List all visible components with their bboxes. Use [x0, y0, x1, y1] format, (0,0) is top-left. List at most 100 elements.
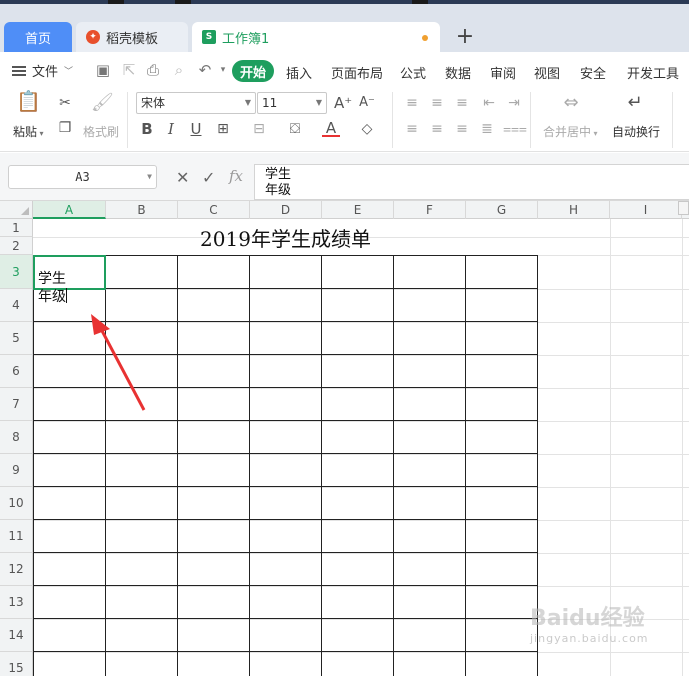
row-header-10[interactable]: 10: [0, 487, 33, 520]
increase-indent-icon[interactable]: ⇥: [505, 94, 523, 112]
align-top-icon[interactable]: ≡: [403, 94, 421, 112]
column-header-e[interactable]: E: [322, 201, 394, 219]
column-header-c[interactable]: C: [178, 201, 250, 219]
align-bottom-icon[interactable]: ≡: [453, 94, 471, 112]
merge-center-icon[interactable]: ⇔: [558, 94, 584, 112]
merge-center-button[interactable]: 合并居中 ▾: [543, 123, 598, 140]
format-painter-icon[interactable]: 🖌: [91, 94, 114, 112]
row-header-9[interactable]: 9: [0, 454, 33, 487]
table-border: [33, 354, 538, 355]
menu-formulas[interactable]: 公式: [400, 63, 426, 82]
table-border: [33, 552, 538, 553]
table-border: [33, 387, 538, 388]
align-right-icon[interactable]: ≡: [453, 120, 471, 138]
bold-button[interactable]: B: [138, 120, 156, 138]
font-size-value: 11: [262, 96, 278, 110]
confirm-icon[interactable]: ✓: [202, 168, 215, 187]
column-header-f[interactable]: F: [394, 201, 466, 219]
decrease-indent-icon[interactable]: ⇤: [480, 94, 498, 112]
name-box[interactable]: A3 ▼: [8, 165, 157, 189]
menu-security[interactable]: 安全: [580, 63, 606, 82]
menu-review[interactable]: 审阅: [490, 63, 516, 82]
column-header-d[interactable]: D: [250, 201, 322, 219]
decrease-font-icon[interactable]: A⁻: [358, 94, 376, 112]
font-size-select[interactable]: 11 ▼: [257, 92, 327, 114]
row-header-1[interactable]: 1: [0, 219, 33, 237]
tab-workbook[interactable]: S 工作簿1: [192, 22, 440, 52]
cancel-icon[interactable]: ✕: [176, 168, 189, 187]
align-center-icon[interactable]: ≡: [428, 120, 446, 138]
formula-line-1: 学生: [265, 167, 292, 182]
menu-view[interactable]: 视图: [534, 63, 560, 82]
row-header-14[interactable]: 14: [0, 619, 33, 652]
select-all-corner[interactable]: [0, 201, 33, 219]
window-top-mark: [175, 0, 191, 4]
format-painter-button[interactable]: 格式刷: [83, 123, 119, 140]
baidu-watermark: Baidu经验 jingyan.baidu.com: [530, 600, 649, 645]
formula-input[interactable]: 学生 年级: [254, 164, 689, 200]
undo-dropdown-icon[interactable]: ▾: [214, 61, 232, 79]
menu-data[interactable]: 数据: [445, 63, 471, 82]
tab-templates[interactable]: ✦ 稻壳模板: [76, 22, 188, 52]
insert-function-button[interactable]: fx: [229, 167, 243, 185]
row-header-11[interactable]: 11: [0, 520, 33, 553]
column-header-g[interactable]: G: [466, 201, 538, 219]
export-icon[interactable]: ⇱: [120, 61, 138, 79]
scrollbar-top-button[interactable]: [678, 201, 689, 215]
formula-bar: A3 ▼ ✕ ✓ fx 学生 年级: [0, 153, 689, 201]
column-header-i[interactable]: I: [610, 201, 682, 219]
increase-font-icon[interactable]: A⁺: [334, 94, 352, 112]
row-header-2[interactable]: 2: [0, 237, 33, 255]
row-header-8[interactable]: 8: [0, 421, 33, 454]
row-header-15[interactable]: 15: [0, 652, 33, 676]
tab-home[interactable]: 首页: [4, 22, 72, 52]
menu-insert[interactable]: 插入: [286, 63, 312, 82]
column-header-b[interactable]: B: [106, 201, 178, 219]
row-header-4[interactable]: 4: [0, 289, 33, 322]
wrap-text-button[interactable]: 自动换行: [612, 123, 660, 140]
wrap-text-icon[interactable]: ↵: [622, 94, 648, 112]
italic-button[interactable]: I: [162, 120, 180, 138]
ribbon-toolbar: 📋 粘贴 ▾ ✂ ❐ 🖌 格式刷 宋体 ▼ 11 ▼ A⁺ A⁻ B I U ⊞ ⊟…: [0, 88, 689, 152]
menu-home[interactable]: 开始: [232, 60, 274, 82]
column-header-h[interactable]: H: [538, 201, 610, 219]
cut-icon[interactable]: ✂: [56, 94, 74, 112]
clear-format-icon[interactable]: ⊟: [250, 120, 268, 138]
eraser-icon[interactable]: ◇: [358, 120, 376, 138]
file-menu[interactable]: 文件 ﹀: [12, 61, 73, 80]
menu-page-layout[interactable]: 页面布局: [331, 63, 383, 82]
copy-icon[interactable]: ❐: [56, 119, 74, 137]
row-header-3[interactable]: 3: [0, 255, 33, 289]
underline-button[interactable]: U: [187, 120, 205, 138]
paste-button[interactable]: 粘贴 ▾: [13, 123, 44, 140]
table-border: [249, 255, 250, 676]
row-header-5[interactable]: 5: [0, 322, 33, 355]
row-header-12[interactable]: 12: [0, 553, 33, 586]
print-preview-icon[interactable]: ⌕: [170, 61, 188, 79]
window-top-mark: [108, 0, 124, 4]
sheet-title-cell[interactable]: 2019年学生成绩单: [33, 219, 538, 255]
justify-icon[interactable]: ≣: [478, 120, 496, 138]
border-icon[interactable]: ⊞: [214, 120, 232, 138]
tab-strip: 首页 ✦ 稻壳模板 S 工作簿1 +: [0, 0, 689, 52]
chevron-down-icon: ﹀: [64, 67, 74, 77]
save-icon[interactable]: ▣: [94, 61, 112, 79]
print-icon[interactable]: ⎙: [144, 61, 162, 79]
ribbon-separator: [127, 92, 128, 148]
align-left-icon[interactable]: ≡: [403, 120, 421, 138]
row-header-7[interactable]: 7: [0, 388, 33, 421]
undo-icon[interactable]: ↶: [196, 61, 214, 79]
active-cell-a3[interactable]: 学生 年级: [33, 255, 106, 305]
table-border: [321, 255, 322, 676]
menu-developer[interactable]: 开发工具: [627, 63, 679, 82]
row-header-6[interactable]: 6: [0, 355, 33, 388]
align-middle-icon[interactable]: ≡: [428, 94, 446, 112]
fill-color-icon[interactable]: ⛋: [286, 120, 304, 138]
column-header-a[interactable]: A: [33, 201, 106, 219]
clipboard-icon[interactable]: 📋: [16, 91, 41, 116]
distributed-icon[interactable]: ⩶: [503, 120, 527, 138]
font-name-select[interactable]: 宋体 ▼: [136, 92, 256, 114]
font-color-button[interactable]: A: [322, 119, 340, 137]
row-header-13[interactable]: 13: [0, 586, 33, 619]
new-tab-button[interactable]: +: [453, 22, 477, 50]
